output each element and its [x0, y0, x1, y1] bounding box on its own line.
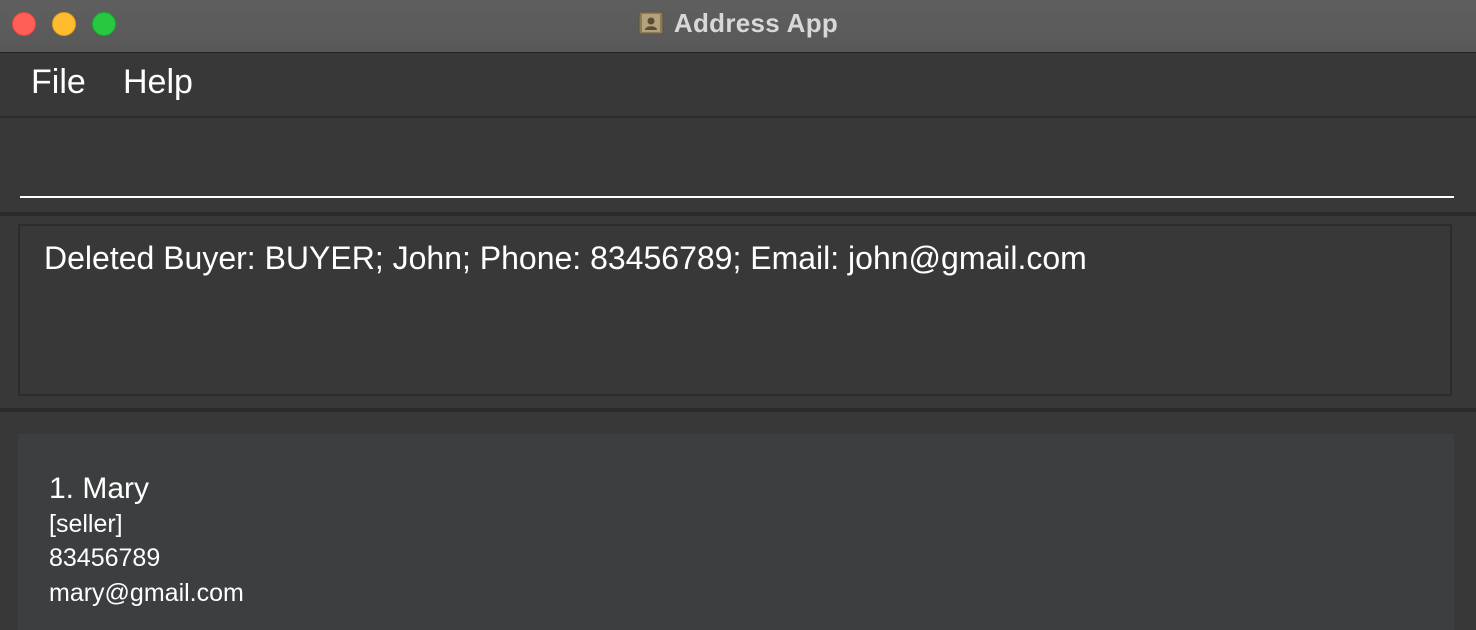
person-list-panel[interactable]: 1. Mary [seller] 83456789 mary@gmail.com [0, 412, 1476, 630]
menu-bar: File Help [0, 53, 1476, 118]
person-name: 1. Mary [49, 472, 150, 505]
contacts-app-icon [638, 10, 664, 36]
command-box-panel [0, 118, 1476, 216]
person-card[interactable]: 1. Mary [seller] 83456789 mary@gmail.com [18, 434, 1454, 630]
result-message: Deleted Buyer: BUYER; John; Phone: 83456… [44, 240, 1087, 276]
app-window: Address App File Help Deleted Buyer: BUY… [0, 0, 1476, 630]
person-phone: 83456789 [49, 544, 161, 572]
person-role: [seller] [49, 510, 123, 538]
result-display-panel: Deleted Buyer: BUYER; John; Phone: 83456… [0, 216, 1476, 412]
result-display[interactable]: Deleted Buyer: BUYER; John; Phone: 83456… [18, 224, 1452, 396]
window-title-group: Address App [0, 0, 1476, 46]
person-email: mary@gmail.com [49, 579, 244, 607]
menu-help[interactable]: Help [123, 63, 193, 102]
menu-file[interactable]: File [31, 63, 86, 102]
command-input[interactable] [20, 158, 1454, 198]
window-title: Address App [673, 7, 839, 38]
title-bar[interactable]: Address App [0, 0, 1476, 53]
